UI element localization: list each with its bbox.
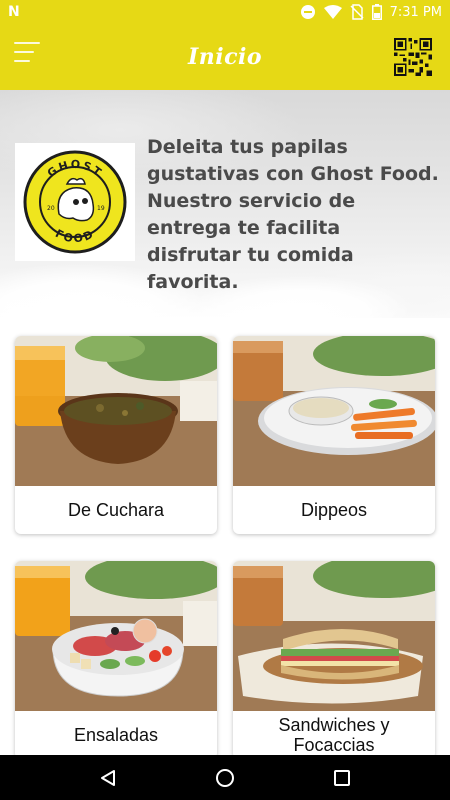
back-triangle-icon[interactable] <box>88 758 128 798</box>
system-nav-bar <box>0 755 450 800</box>
category-label: Ensaladas <box>73 725 159 745</box>
recents-square-icon[interactable] <box>322 758 362 798</box>
svg-text:20: 20 <box>47 205 55 212</box>
qr-code-icon[interactable] <box>394 38 432 76</box>
category-card-sandwiches-focaccias[interactable]: Sandwiches y Focaccias <box>233 561 435 755</box>
hero-description: Deleita tus papilas gustativas con Ghost… <box>147 136 439 293</box>
page-title: Inicio <box>187 44 263 70</box>
app-bar: Inicio <box>0 24 450 90</box>
notification-n-icon: N <box>8 4 20 20</box>
wifi-icon <box>323 5 342 19</box>
category-label: De Cuchara <box>67 500 165 520</box>
category-label: Dippeos <box>300 500 368 520</box>
battery-icon <box>371 4 382 20</box>
category-card-ensaladas[interactable]: Ensaladas <box>15 561 217 755</box>
status-bar: N 7:31 PM <box>0 0 450 24</box>
category-card-dippeos[interactable]: Dippeos <box>233 336 435 534</box>
hummus-dip-image <box>233 336 435 486</box>
clock: 7:31 PM <box>389 4 442 20</box>
ghost-food-logo: GHOST FOOD 20 19 <box>15 143 135 261</box>
svg-text:19: 19 <box>97 205 105 212</box>
no-sim-icon <box>350 4 364 20</box>
category-card-de-cuchara[interactable]: De Cuchara <box>15 336 217 534</box>
minus-circle-icon <box>300 5 315 19</box>
hero-banner: GHOST FOOD 20 19 Deleita tus papilas gus… <box>0 90 450 318</box>
category-grid: De Cuchara Dippeos Ensaladas Sandwiches … <box>0 318 450 755</box>
sandwich-image <box>233 561 435 711</box>
soup-bowl-image <box>15 336 217 486</box>
category-label: Sandwiches y Focaccias <box>278 715 390 755</box>
hamburger-menu-icon[interactable] <box>14 42 40 62</box>
home-circle-icon[interactable] <box>205 758 245 798</box>
salad-image <box>15 561 217 711</box>
